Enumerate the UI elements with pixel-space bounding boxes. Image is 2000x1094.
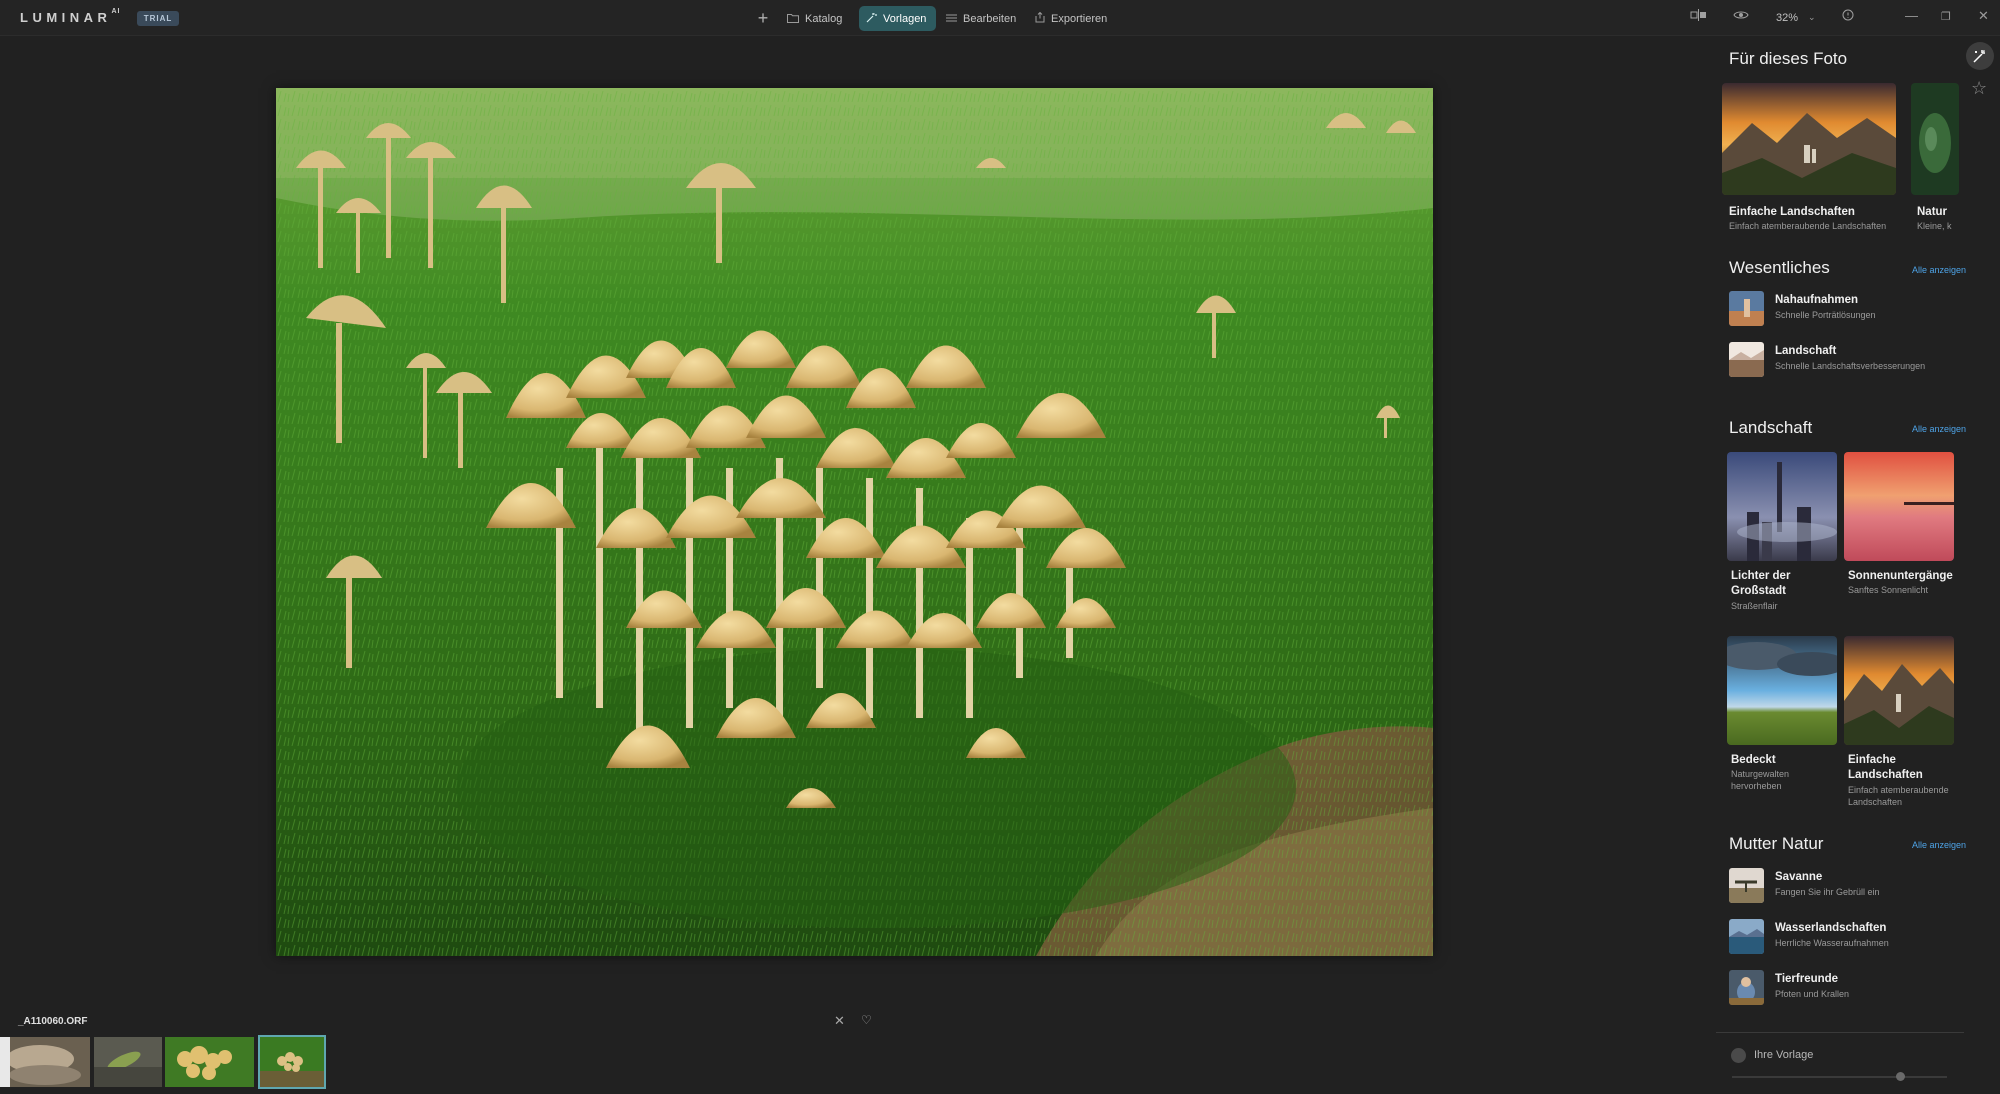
card-subtitle: Einfach atemberaubende Landschaften: [1729, 221, 1887, 231]
template-card-natur[interactable]: [1911, 83, 1959, 195]
filename-label: _A110060.ORF: [18, 1016, 88, 1027]
card-subtitle: Einfach atemberaubende Landschaften: [1848, 785, 1949, 807]
card-title: Einfache Landschaften: [1729, 206, 1855, 218]
star-icon[interactable]: ☆: [1971, 78, 1987, 99]
trial-badge: TRIAL: [137, 11, 179, 26]
template-card-einfache-landschaften-2[interactable]: [1844, 636, 1954, 745]
template-thumb-wasserlandschaften[interactable]: [1729, 919, 1764, 954]
show-all-link[interactable]: Alle anzeigen: [1912, 840, 1966, 850]
app-logo: LUMINARAI: [20, 7, 121, 25]
section-title-for-photo: Für dieses Foto: [1729, 49, 1848, 68]
tab-vorlagen[interactable]: Vorlagen: [859, 6, 936, 31]
template-subtitle: Fangen Sie ihr Gebrüll ein: [1775, 887, 1880, 897]
show-all-link[interactable]: Alle anzeigen: [1912, 265, 1966, 275]
section-title-wesentliches: Wesentliches: [1729, 258, 1830, 277]
zoom-level[interactable]: 32%: [1776, 12, 1798, 24]
tab-katalog-label: Katalog: [805, 12, 843, 25]
add-photos-button[interactable]: +: [752, 6, 774, 31]
template-thumb-tierfreunde[interactable]: [1729, 970, 1764, 1005]
template-title[interactable]: Landschaft: [1775, 345, 1836, 357]
show-all-link[interactable]: Alle anzeigen: [1912, 424, 1966, 434]
ihre-vorlage-radio[interactable]: [1731, 1048, 1746, 1063]
card-subtitle: Straßenflair: [1731, 601, 1778, 611]
eye-icon[interactable]: [1733, 9, 1749, 24]
ihre-vorlage-label: Ihre Vorlage: [1754, 1049, 1814, 1061]
template-subtitle: Schnelle Porträtlösungen: [1775, 310, 1876, 320]
tab-bearbeiten-label: Bearbeiten: [963, 12, 1017, 25]
mushrooms-on-moss-image: [276, 88, 1433, 956]
close-icon[interactable]: ✕: [1978, 8, 1989, 24]
minimize-icon[interactable]: —: [1905, 8, 1918, 23]
tab-katalog[interactable]: Katalog: [787, 6, 842, 31]
sliders-icon: [946, 12, 957, 26]
template-title[interactable]: Tierfreunde: [1775, 973, 1838, 985]
magic-wand-icon: [866, 12, 877, 26]
chevron-down-icon[interactable]: ⌄: [1808, 12, 1816, 23]
template-subtitle: Pfoten und Krallen: [1775, 989, 1850, 999]
template-card-sonnenuntergaenge[interactable]: [1844, 452, 1954, 561]
folder-icon: [787, 12, 799, 26]
section-title-mutter-natur: Mutter Natur: [1729, 834, 1824, 853]
template-title[interactable]: Savanne: [1775, 871, 1822, 883]
templates-rail-button[interactable]: [1966, 42, 1994, 70]
reject-icon[interactable]: ✕: [834, 1013, 845, 1029]
filmstrip-thumb[interactable]: [0, 1037, 90, 1087]
card-title: Bedeckt: [1731, 754, 1776, 766]
help-icon[interactable]: [1842, 9, 1854, 24]
template-card-bedeckt[interactable]: [1727, 636, 1837, 745]
template-card-lichter-der-grossstadt[interactable]: [1727, 452, 1837, 561]
card-title: Sonnenuntergänge: [1848, 570, 1953, 582]
section-title-landschaft: Landschaft: [1729, 418, 1813, 437]
tab-vorlagen-label: Vorlagen: [883, 12, 927, 25]
template-thumb-landschaft[interactable]: [1729, 342, 1764, 377]
card-subtitle: Naturgewalten hervorheben: [1731, 769, 1790, 791]
top-bar: LUMINARAI TRIAL + Katalog Vorlagen Bearb…: [0, 0, 2000, 36]
card-subtitle: Kleine, k: [1917, 221, 1952, 231]
ihre-vorlage-slider-handle[interactable]: [1896, 1072, 1905, 1081]
card-subtitle: Sanftes Sonnenlicht: [1848, 585, 1929, 595]
card-title: Natur: [1917, 206, 1948, 218]
tab-bearbeiten[interactable]: Bearbeiten: [946, 6, 1016, 31]
main-photo[interactable]: [276, 88, 1433, 956]
tab-exportieren-label: Exportieren: [1051, 12, 1108, 25]
export-icon: [1035, 11, 1045, 26]
compare-icon[interactable]: [1690, 9, 1708, 24]
luminar-window: LUMINARAI TRIAL + Katalog Vorlagen Bearb…: [0, 0, 2000, 1094]
ihre-vorlage-slider-track[interactable]: [1732, 1076, 1947, 1078]
maximize-icon[interactable]: ❐: [1941, 10, 1951, 23]
templates-panel: Für dieses Foto Einfache Landschaften Ei…: [1714, 36, 1970, 1094]
heart-icon[interactable]: ♡: [861, 1013, 872, 1027]
template-thumb-savanne[interactable]: [1729, 868, 1764, 903]
template-title[interactable]: Wasserlandschaften: [1775, 922, 1886, 934]
template-title[interactable]: Nahaufnahmen: [1775, 294, 1858, 306]
panel-divider: [1716, 1032, 1964, 1033]
template-subtitle: Herrliche Wasseraufnahmen: [1775, 938, 1889, 948]
filmstrip-thumb[interactable]: [94, 1037, 162, 1087]
card-title: Lichter der Großstadt: [1731, 570, 1791, 597]
magic-wand-icon: [1973, 49, 1986, 63]
tab-exportieren[interactable]: Exportieren: [1035, 6, 1107, 31]
card-title: Einfache Landschaften: [1848, 754, 1923, 781]
filmstrip-thumb-active[interactable]: [258, 1035, 326, 1089]
template-thumb-nahaufnahmen[interactable]: [1729, 291, 1764, 326]
template-subtitle: Schnelle Landschaftsverbesserungen: [1775, 361, 1926, 371]
filmstrip-thumb[interactable]: [165, 1037, 254, 1087]
template-card-einfache-landschaften[interactable]: [1722, 83, 1896, 195]
